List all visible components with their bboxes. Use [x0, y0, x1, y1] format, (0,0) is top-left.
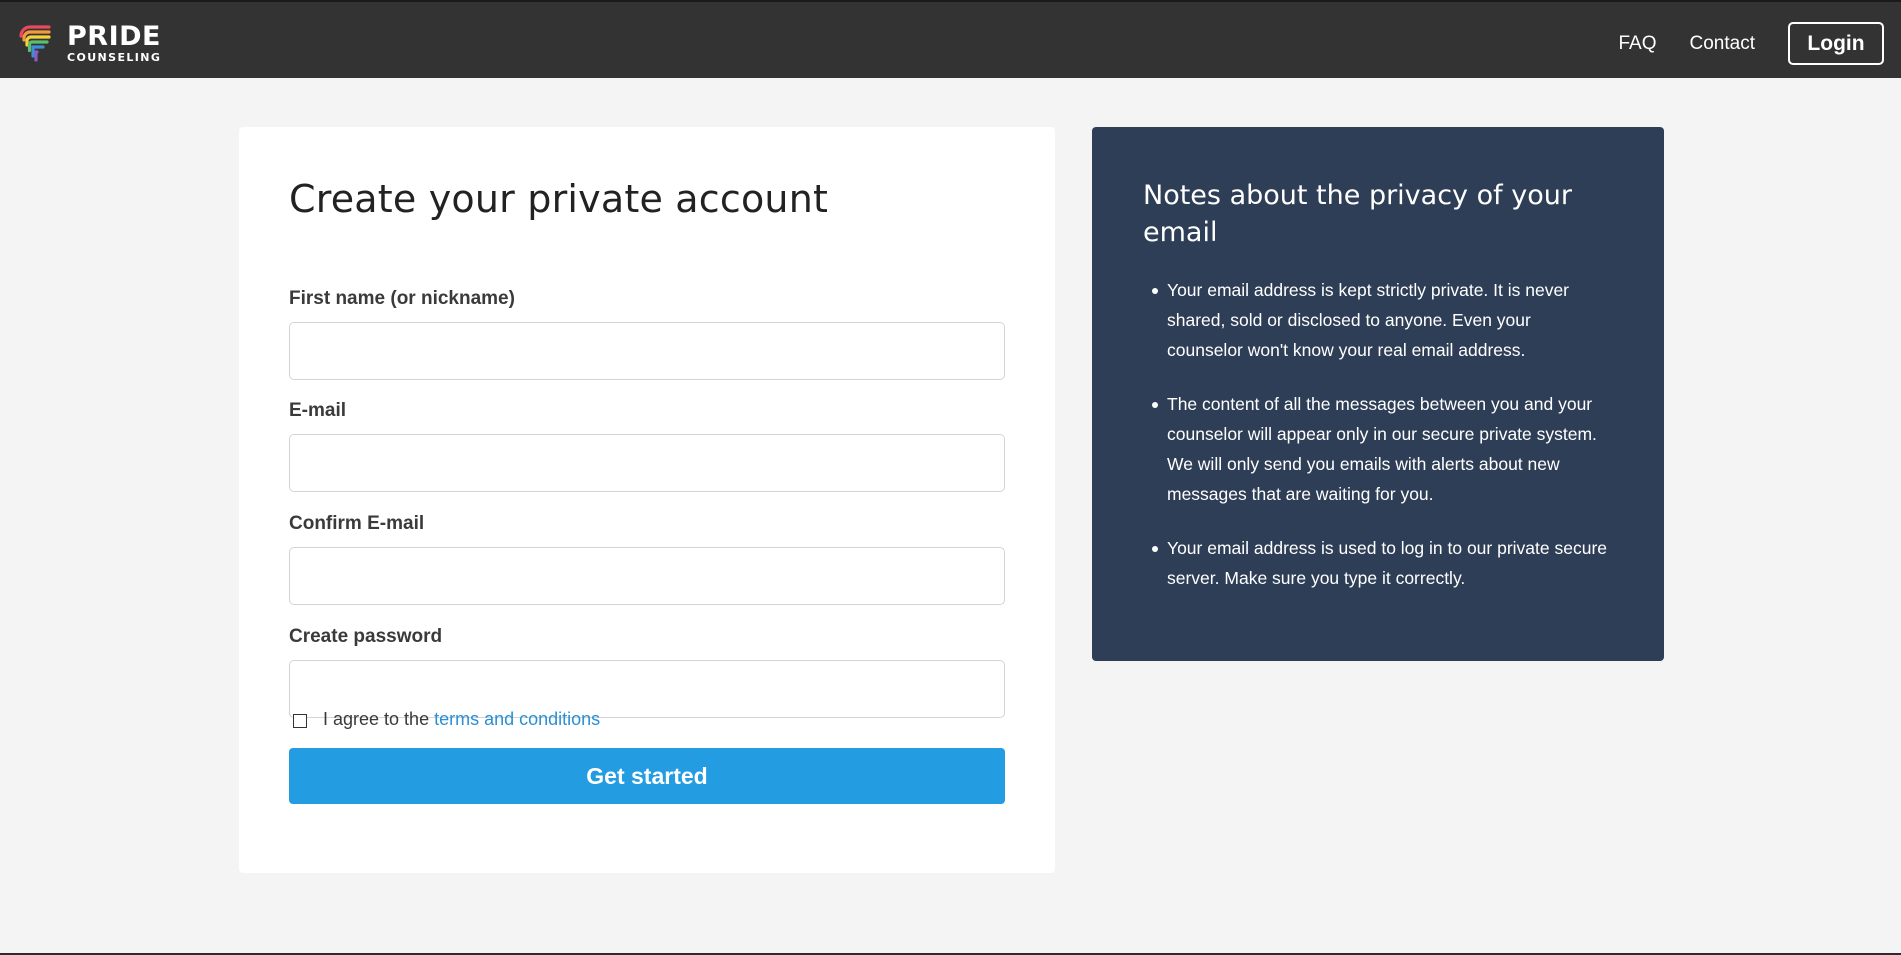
- privacy-notes-list: Your email address is kept strictly priv…: [1152, 275, 1607, 617]
- header-nav: FAQ Contact Login: [1619, 22, 1884, 65]
- confirm-email-group: Confirm E-mail: [289, 513, 1005, 605]
- terms-checkbox[interactable]: [293, 714, 307, 728]
- form-title: Create your private account: [289, 177, 829, 221]
- privacy-note-item: Your email address is used to log in to …: [1152, 533, 1607, 593]
- confirm-email-input[interactable]: [289, 547, 1005, 605]
- email-group: E-mail: [289, 400, 1005, 492]
- first-name-label: First name (or nickname): [289, 288, 515, 309]
- top-navigation-bar: PRIDE COUNSELING FAQ Contact Login: [0, 0, 1901, 78]
- logo-primary-text: PRIDE: [67, 21, 161, 52]
- password-label: Create password: [289, 626, 443, 647]
- privacy-note-item: Your email address is kept strictly priv…: [1152, 275, 1607, 365]
- password-group: Create password: [289, 626, 1005, 718]
- terms-and-conditions-link[interactable]: terms and conditions: [434, 709, 600, 730]
- nav-link-faq[interactable]: FAQ: [1619, 33, 1657, 55]
- privacy-note-item: The content of all the messages between …: [1152, 389, 1607, 509]
- privacy-notes-panel: Notes about the privacy of your email Yo…: [1092, 127, 1664, 661]
- first-name-input[interactable]: [289, 322, 1005, 380]
- terms-agreement-text: I agree to the: [323, 709, 430, 729]
- logo-text: PRIDE COUNSELING: [67, 23, 161, 63]
- terms-agreement-row: I agree to the terms and conditions: [293, 709, 600, 730]
- email-label: E-mail: [289, 400, 347, 421]
- signup-form: Create your private account First name (…: [289, 177, 1005, 804]
- privacy-notes-title: Notes about the privacy of your email: [1143, 180, 1572, 248]
- site-logo[interactable]: PRIDE COUNSELING: [17, 22, 161, 64]
- confirm-email-label: Confirm E-mail: [289, 513, 425, 534]
- signup-form-card: Create your private account First name (…: [239, 127, 1055, 873]
- login-button[interactable]: Login: [1788, 22, 1884, 65]
- get-started-button[interactable]: Get started: [289, 748, 1005, 804]
- pride-logo-icon: [19, 25, 51, 62]
- first-name-group: First name (or nickname): [289, 288, 1005, 380]
- email-input[interactable]: [289, 434, 1005, 492]
- nav-link-contact[interactable]: Contact: [1690, 33, 1755, 55]
- logo-secondary-text: COUNSELING: [67, 51, 162, 64]
